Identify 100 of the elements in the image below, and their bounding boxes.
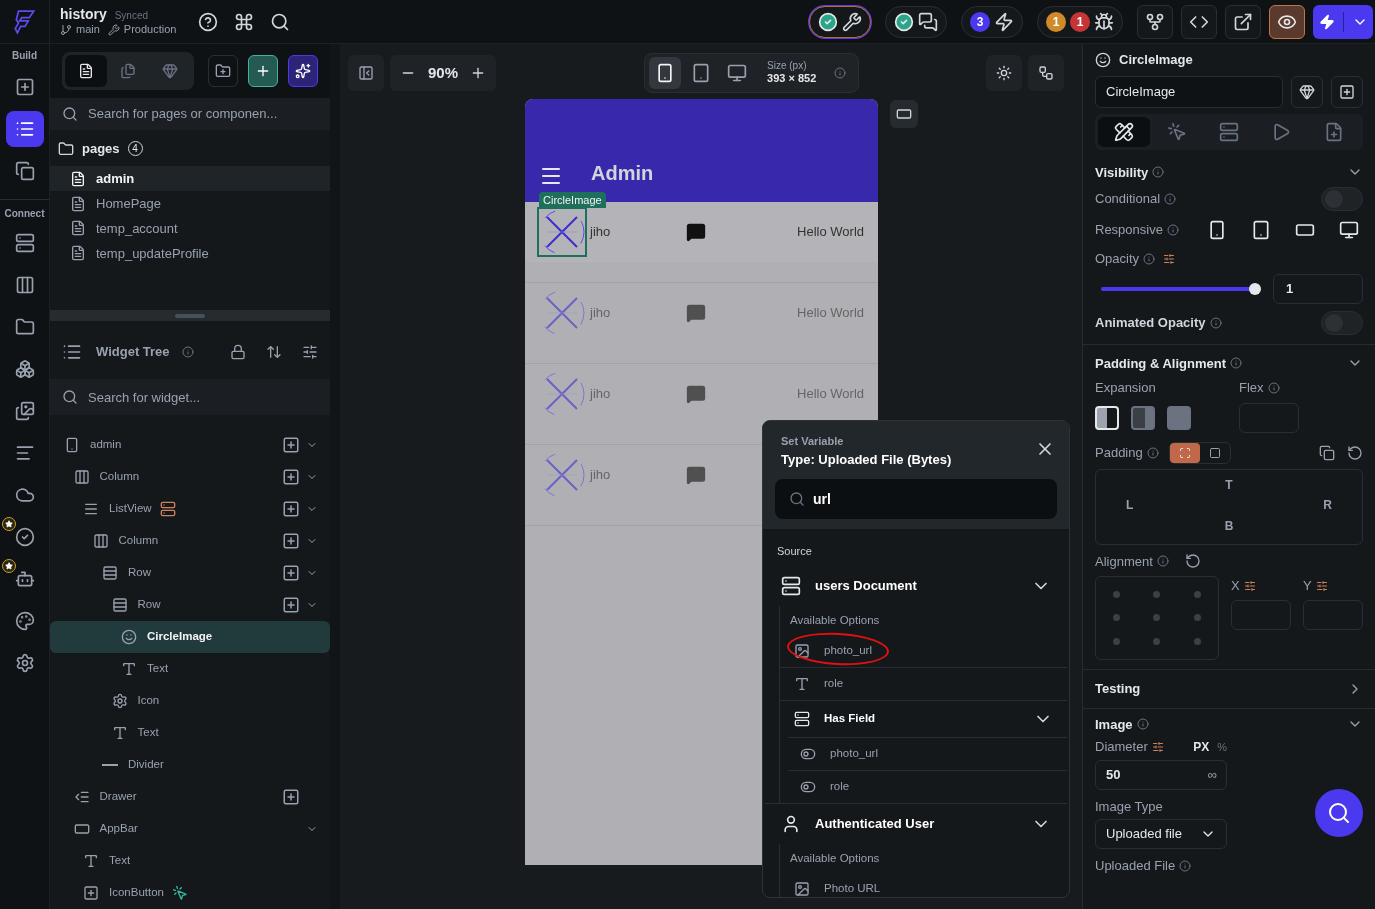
widget-search-field[interactable]: Search for widget... <box>50 379 330 415</box>
widget-label: IconButton <box>109 885 164 901</box>
widget-label: Column <box>99 469 140 485</box>
padding-bottom-label: B <box>1224 517 1234 535</box>
source-label: Source <box>776 544 813 559</box>
tree-item[interactable]: Icon <box>50 685 330 717</box>
field-item[interactable]: role <box>788 769 1067 803</box>
widget-label: CircleImage <box>147 629 213 645</box>
expansion-label: Expansion <box>1095 379 1157 397</box>
unit-percent: % <box>1217 739 1227 755</box>
popup-title: Type: Uploaded File (Bytes) <box>781 450 952 469</box>
image-type-label: Image Type <box>1095 797 1163 816</box>
issues-pill[interactable]: 1 1 <box>1037 5 1123 38</box>
widget-label: Text <box>109 853 131 869</box>
option-item[interactable]: Photo URL <box>780 873 1067 897</box>
padding-top-label: T <box>1225 476 1233 494</box>
tree-item[interactable]: IconButton <box>50 877 330 909</box>
section-title: Visibility <box>1095 163 1149 182</box>
size-label: Size (px) <box>767 59 808 73</box>
actions-pill[interactable]: 3 <box>961 5 1023 38</box>
widget-type-title: CircleImage <box>1119 51 1193 69</box>
rail-section-label: Build <box>12 49 37 63</box>
user-name: jiho <box>590 385 611 404</box>
padding-left-label: L <box>1126 497 1134 515</box>
unit-px: PX <box>1193 738 1210 756</box>
tree-item[interactable]: admin <box>50 429 330 461</box>
x-label: X <box>1231 577 1240 595</box>
field-item[interactable]: photo_url <box>788 736 1067 770</box>
row-text: Hello World <box>797 223 864 242</box>
opacity-label: Opacity <box>1095 250 1140 268</box>
conditional-label: Conditional <box>1095 190 1161 209</box>
tree-item[interactable]: Row <box>50 557 330 589</box>
tree-item[interactable]: Drawer <box>50 781 330 813</box>
widget-label: AppBar <box>99 821 138 837</box>
branch-name: main <box>76 23 100 38</box>
infinity-symbol[interactable]: ∞ <box>1207 764 1217 785</box>
tree-item[interactable]: AppBar <box>50 813 330 845</box>
padding-editor[interactable]: T L R B <box>1095 468 1363 545</box>
widget-label: admin <box>90 437 122 453</box>
widget-label: Text <box>147 661 169 677</box>
tree-item[interactable]: ListView <box>50 493 330 525</box>
widget-label: Text <box>137 725 159 741</box>
widget-label: ListView <box>109 501 152 517</box>
selection-tag: CircleImage <box>539 192 606 208</box>
y-label: Y <box>1303 577 1312 595</box>
tree-item[interactable]: Divider <box>50 749 330 781</box>
section-title: Testing <box>1095 680 1141 698</box>
widget-label: Drawer <box>99 789 137 805</box>
tree-item[interactable]: Column <box>50 525 330 557</box>
app-bar-title: Admin <box>591 161 654 186</box>
page-item[interactable]: admin <box>50 166 330 192</box>
widget-label: Row <box>128 565 151 581</box>
environment-name: Production <box>123 23 177 38</box>
page-item[interactable]: temp_account <box>50 215 330 241</box>
action-count: 3 <box>970 11 990 32</box>
tree-item[interactable]: Row <box>50 589 330 621</box>
tree-item[interactable]: CircleImage <box>50 621 330 653</box>
tree-item[interactable]: Column <box>50 461 330 493</box>
warning-count: 1 <box>1046 11 1066 32</box>
page-search-field[interactable]: Search for pages or componen... <box>50 97 330 130</box>
tree-item[interactable]: Text <box>50 845 330 877</box>
diameter-label: Diameter <box>1095 738 1148 756</box>
section-title: Image <box>1095 715 1133 734</box>
animated-opacity-label: Animated Opacity <box>1095 313 1206 332</box>
widget-label: Row <box>137 597 161 613</box>
page-item[interactable]: HomePage <box>50 191 330 216</box>
responsive-label: Responsive <box>1095 221 1163 240</box>
page-item[interactable]: temp_updateProfile <box>50 240 330 266</box>
source-group-header[interactable]: Authenticated User <box>765 803 1067 844</box>
opacity-field[interactable]: 1 <box>1273 273 1363 304</box>
widget-label: Divider <box>128 757 164 773</box>
sync-status: Synced <box>114 9 149 23</box>
user-name: jiho <box>590 466 611 485</box>
size-value: 393 × 852 <box>767 72 817 87</box>
popup-kicker: Set Variable <box>781 434 844 449</box>
source-group-header[interactable]: users Document <box>765 565 1067 606</box>
option-item[interactable]: role <box>780 667 1067 701</box>
row-text: Hello World <box>797 385 864 404</box>
user-name: jiho <box>590 304 611 323</box>
user-name: jiho <box>590 223 611 242</box>
project-name: history <box>60 5 107 24</box>
variable-search-field[interactable]: url <box>775 479 1057 519</box>
tree-item[interactable]: Text <box>50 717 330 749</box>
pages-heading: pages <box>82 140 120 159</box>
widget-label: Column <box>118 533 159 549</box>
image-type-dropdown[interactable]: Uploaded file <box>1095 819 1227 849</box>
section-title: Padding & Alignment <box>1095 354 1226 373</box>
option-item[interactable]: photo_url <box>780 634 1067 668</box>
rail-section-label: Connect <box>0 199 49 221</box>
widget-name-field[interactable]: CircleImage <box>1095 75 1283 108</box>
options-label: Available Options <box>789 612 881 628</box>
widget-label: Icon <box>137 693 160 709</box>
error-count: 1 <box>1070 11 1090 32</box>
options-label: Available Options <box>789 850 881 866</box>
alignment-label: Alignment <box>1095 552 1153 571</box>
padding-right-label: R <box>1323 497 1332 515</box>
uploaded-file-label: Uploaded File <box>1095 857 1176 875</box>
tree-item[interactable]: Text <box>50 653 330 685</box>
row-text: Hello World <box>797 304 864 323</box>
has-field-header[interactable]: Has Field <box>780 700 1067 737</box>
